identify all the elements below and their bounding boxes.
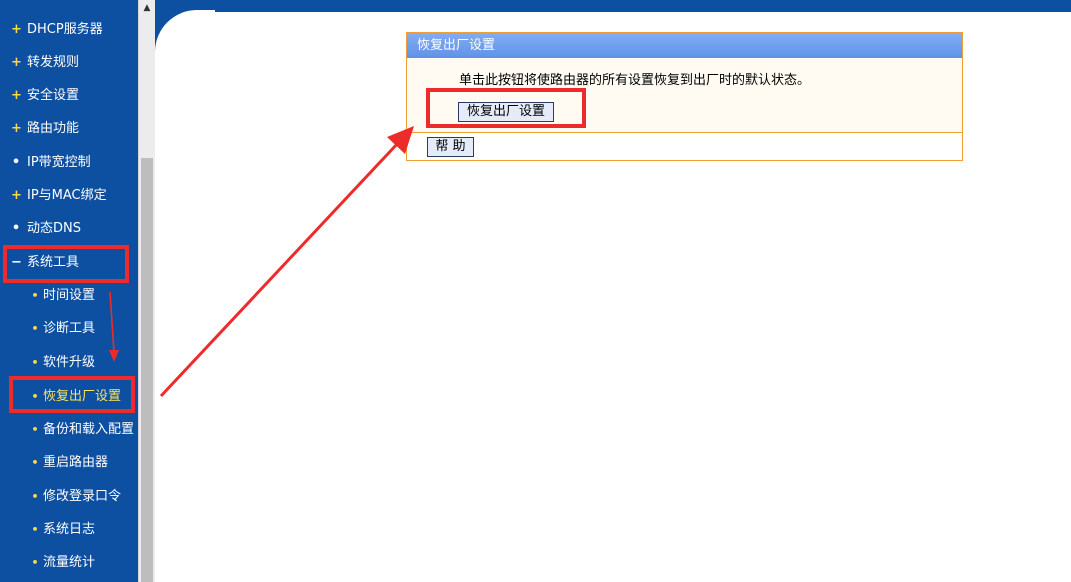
scrollbar-thumb[interactable]: [141, 158, 153, 582]
sidebar-scrollbar[interactable]: ▲: [138, 0, 155, 582]
annotation-box-factory-reset: [9, 376, 135, 413]
sidebar-item-dhcp[interactable]: + DHCP服务器: [0, 13, 138, 46]
sidebar-subitem-traffic[interactable]: • 流量统计: [0, 546, 138, 579]
bullet-icon: •: [11, 155, 21, 170]
bullet-icon: •: [31, 289, 39, 302]
panel-header: 恢复出厂设置: [407, 33, 962, 58]
sidebar-subitem-backup[interactable]: • 备份和载入配置: [0, 413, 138, 446]
panel-title: 恢复出厂设置: [417, 38, 496, 53]
sidebar-item-label: 系统日志: [43, 522, 96, 537]
bullet-icon: •: [31, 490, 39, 503]
triangle-up-icon[interactable]: ▲: [139, 0, 155, 17]
plus-icon: +: [11, 22, 22, 37]
sidebar-item-label: 动态DNS: [27, 221, 81, 236]
panel-description: 单击此按钮将使路由器的所有设置恢复到出厂时的默认状态。: [459, 73, 811, 88]
sidebar-item-label: DHCP服务器: [27, 22, 103, 37]
sidebar-subitem-time[interactable]: • 时间设置: [0, 279, 138, 312]
sidebar-subitem-upgrade[interactable]: • 软件升级: [0, 346, 138, 379]
bullet-icon: •: [31, 322, 39, 335]
bullet-icon: •: [31, 523, 39, 536]
sidebar-item-security[interactable]: + 安全设置: [0, 79, 138, 112]
sidebar-item-label: 重启路由器: [43, 455, 109, 470]
sidebar-item-label: 修改登录口令: [43, 489, 122, 504]
panel-footer: 帮 助: [407, 133, 962, 160]
sidebar-item-forwarding[interactable]: + 转发规则: [0, 46, 138, 79]
sidebar-item-label: 软件升级: [43, 355, 96, 370]
sidebar-item-label: 转发规则: [27, 55, 80, 70]
sidebar-item-label: 路由功能: [27, 121, 80, 136]
annotation-arrow-diagonal: [159, 141, 400, 398]
bullet-icon: •: [31, 356, 39, 369]
top-banner: [155, 0, 1071, 12]
plus-icon: +: [11, 55, 22, 70]
annotation-box-restore-button: [426, 88, 586, 128]
plus-icon: +: [11, 88, 22, 103]
plus-icon: +: [11, 121, 22, 136]
sidebar-item-label: IP带宽控制: [27, 155, 91, 170]
sidebar-nav: + DHCP服务器 + 转发规则 + 安全设置 + 路由功能 • IP带宽控制 …: [0, 0, 138, 582]
annotation-box-system-tools: [3, 245, 129, 283]
sidebar-item-bandwidth[interactable]: • IP带宽控制: [0, 146, 138, 179]
sidebar-item-label: 备份和载入配置: [43, 422, 135, 437]
help-button[interactable]: 帮 助: [427, 137, 474, 157]
bullet-icon: •: [31, 556, 39, 569]
sidebar-item-routing[interactable]: + 路由功能: [0, 112, 138, 145]
sidebar-item-label: 诊断工具: [43, 321, 96, 336]
sidebar-item-ddns[interactable]: • 动态DNS: [0, 212, 138, 245]
sidebar-item-label: 流量统计: [43, 555, 96, 570]
sidebar-item-label: 时间设置: [43, 288, 96, 303]
bullet-icon: •: [31, 456, 39, 469]
sidebar-item-label: IP与MAC绑定: [27, 188, 107, 203]
sidebar-item-label: 安全设置: [27, 88, 80, 103]
sidebar-subitem-reboot[interactable]: • 重启路由器: [0, 446, 138, 479]
sidebar-subitem-syslog[interactable]: • 系统日志: [0, 513, 138, 546]
plus-icon: +: [11, 188, 22, 203]
sidebar-subitem-diagnostics[interactable]: • 诊断工具: [0, 312, 138, 345]
sidebar-subitem-password[interactable]: • 修改登录口令: [0, 480, 138, 513]
bullet-icon: •: [11, 221, 21, 236]
sidebar-item-ip-mac[interactable]: + IP与MAC绑定: [0, 179, 138, 212]
bullet-icon: •: [31, 423, 39, 436]
